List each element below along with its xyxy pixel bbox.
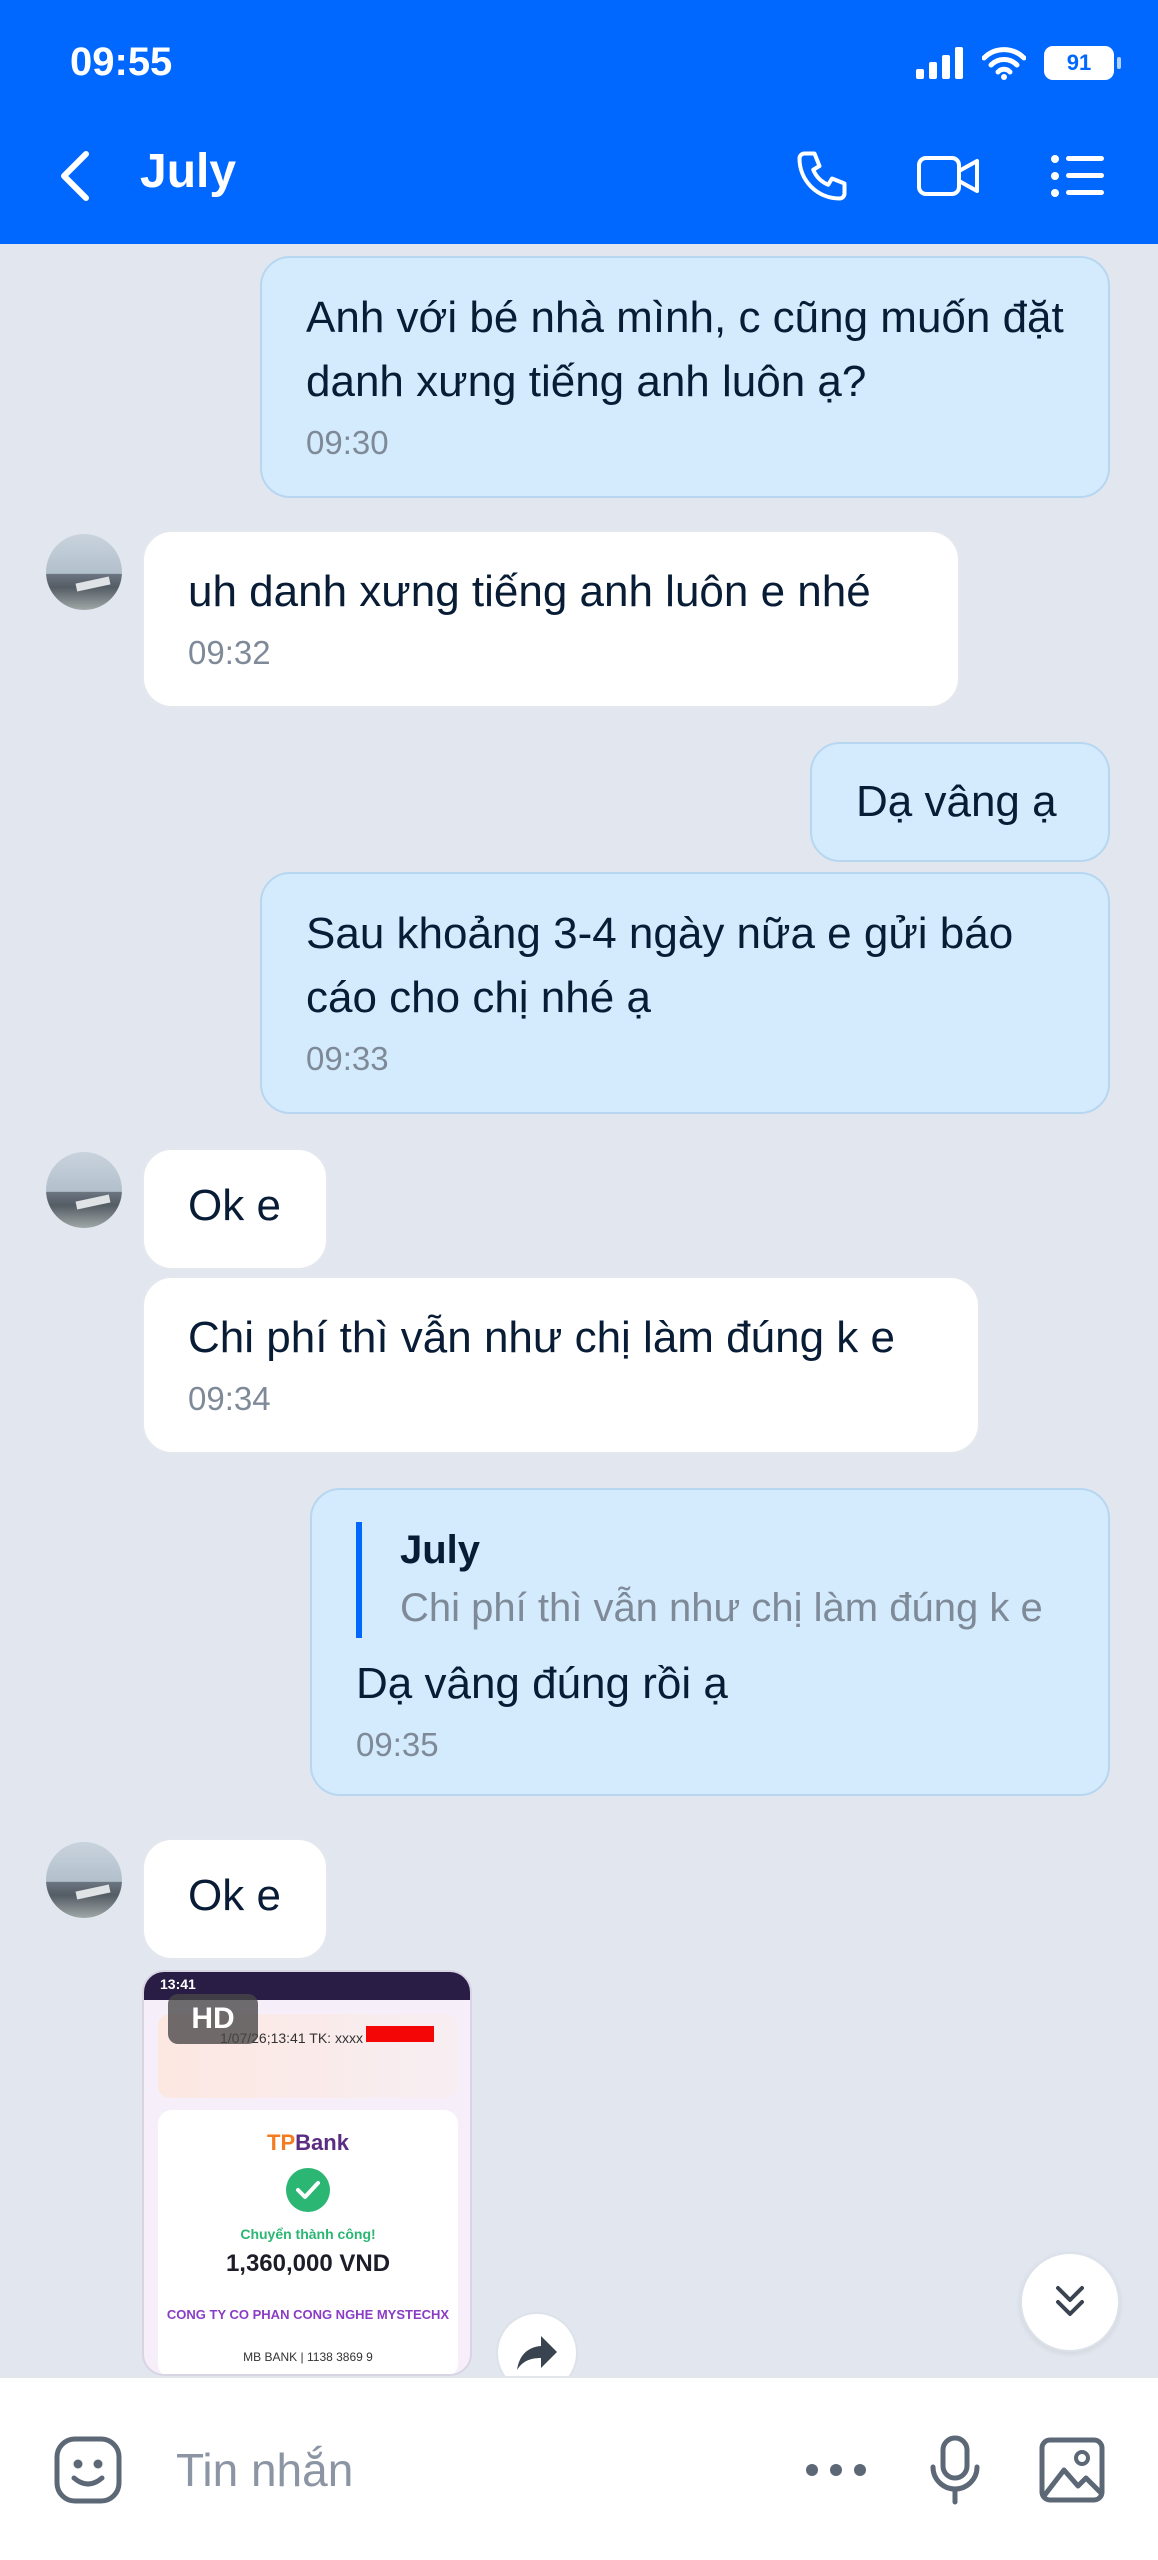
- message-bubble-outgoing[interactable]: Anh với bé nhà mình, c cũng muốn đặt dan…: [260, 256, 1110, 498]
- success-check-icon: [286, 2168, 330, 2212]
- message-text: Ok e: [188, 1871, 281, 1920]
- contact-name[interactable]: July: [140, 144, 236, 199]
- chat-header: 09:55 91 July: [0, 0, 1158, 244]
- message-time: 09:33: [306, 1040, 389, 1077]
- quoted-sender: July: [400, 1528, 481, 1572]
- message-bubble-reply[interactable]: July Chi phí thì vẫn như chị làm đúng k …: [310, 1488, 1110, 1796]
- message-bubble-incoming[interactable]: Ok e: [142, 1838, 328, 1960]
- message-text: Ok e: [188, 1181, 281, 1230]
- signal-icon: [916, 47, 963, 79]
- microphone-icon: [930, 2435, 980, 2505]
- voice-call-button[interactable]: [790, 144, 854, 208]
- status-icons: 91: [916, 46, 1121, 80]
- message-text: Anh với bé nhà mình, c cũng muốn đặt dan…: [306, 293, 1064, 406]
- status-time: 09:55: [70, 40, 173, 84]
- message-time: 09:35: [356, 1726, 439, 1763]
- transfer-status: Chuyển thành công!: [240, 2226, 376, 2242]
- transfer-recipient: CONG TY CO PHAN CONG NGHE MYSTECHX: [166, 2307, 450, 2322]
- chat-options-button[interactable]: [1046, 144, 1110, 208]
- video-call-button[interactable]: [916, 144, 980, 208]
- list-menu-icon: [1051, 155, 1104, 197]
- image-redaction: [366, 2026, 434, 2042]
- message-text: Sau khoảng 3-4 ngày nữa e gửi báo cáo ch…: [306, 909, 1014, 1022]
- quoted-text: Chi phí thì vẫn như chị làm đúng k e: [400, 1586, 1043, 1630]
- recipient-bank: MB BANK | 1138 3869 9: [243, 2350, 373, 2364]
- message-composer: [0, 2376, 1158, 2560]
- contact-avatar[interactable]: [46, 1842, 122, 1918]
- message-time: 09:30: [306, 424, 389, 461]
- double-chevron-down-icon: [1056, 2286, 1084, 2316]
- image-gallery-icon: [1039, 2437, 1105, 2503]
- transfer-receipt: TPBank Chuyển thành công! 1,360,000 VND …: [158, 2110, 458, 2374]
- transfer-amount: 1,360,000 VND: [225, 2250, 391, 2277]
- contact-avatar[interactable]: [46, 534, 122, 610]
- phone-icon: [797, 151, 847, 201]
- hd-badge: HD: [168, 1994, 258, 2044]
- image-message[interactable]: 13:41 1/07/26;13:41 TK: xxxx HD TPBank C…: [142, 1970, 472, 2376]
- message-input[interactable]: [176, 2438, 736, 2502]
- message-bubble-outgoing[interactable]: Dạ vâng ạ: [810, 742, 1110, 862]
- send-image-button[interactable]: [1032, 2430, 1112, 2510]
- message-bubble-incoming[interactable]: uh danh xưng tiếng anh luôn e nhé 09:32: [142, 530, 960, 708]
- battery-indicator: 91: [1044, 46, 1121, 80]
- message-bubble-incoming[interactable]: Ok e: [142, 1148, 328, 1270]
- message-text: Dạ vâng ạ: [856, 777, 1057, 826]
- voice-message-button[interactable]: [920, 2430, 990, 2510]
- message-bubble-incoming[interactable]: Chi phí thì vẫn như chị làm đúng k e 09:…: [142, 1276, 980, 1454]
- scroll-to-bottom-button[interactable]: [1020, 2252, 1120, 2352]
- wifi-icon: [982, 47, 1026, 80]
- message-text: Dạ vâng đúng rồi ạ: [356, 1659, 728, 1708]
- message-text: uh danh xưng tiếng anh luôn e nhé: [188, 567, 871, 616]
- back-button[interactable]: [56, 148, 96, 204]
- emoji-icon: [54, 2436, 122, 2504]
- video-camera-icon: [917, 156, 979, 196]
- more-options-button[interactable]: [794, 2440, 878, 2500]
- chevron-left-icon: [61, 151, 89, 201]
- sticker-button[interactable]: [48, 2430, 128, 2510]
- message-text: Chi phí thì vẫn như chị làm đúng k e: [188, 1313, 895, 1362]
- contact-avatar[interactable]: [46, 1152, 122, 1228]
- forward-arrow-icon: [517, 2336, 557, 2370]
- message-time: 09:34: [188, 1380, 271, 1417]
- quoted-message[interactable]: July Chi phí thì vẫn như chị làm đúng k …: [356, 1522, 1064, 1638]
- bank-logo: TPBank: [267, 2130, 349, 2155]
- message-time: 09:32: [188, 634, 271, 671]
- more-dots-icon: [806, 2464, 866, 2476]
- message-bubble-outgoing[interactable]: Sau khoảng 3-4 ngày nữa e gửi báo cáo ch…: [260, 872, 1110, 1114]
